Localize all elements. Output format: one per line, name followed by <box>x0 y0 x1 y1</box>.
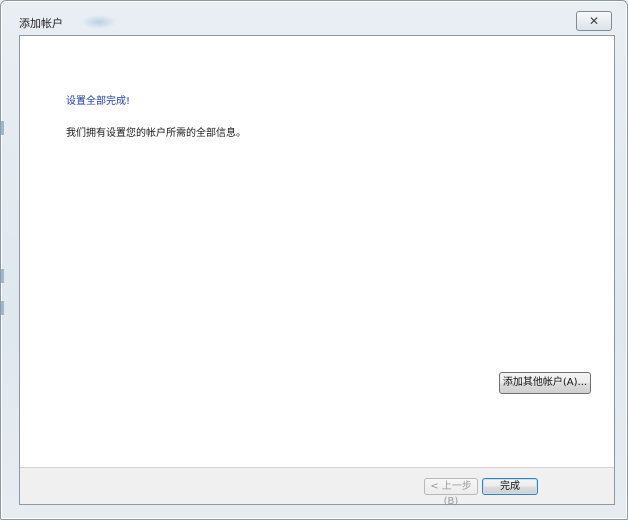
add-account-window: 添加帐户 ✕ 设置全部完成! 我们拥有设置您的帐户所需的全部信息。 添加其他帐户… <box>0 0 628 520</box>
page-heading: 设置全部完成! <box>66 96 131 107</box>
close-button[interactable]: ✕ <box>576 11 612 31</box>
wizard-content: 设置全部完成! 我们拥有设置您的帐户所需的全部信息。 添加其他帐户(A)... … <box>19 35 615 507</box>
window-title: 添加帐户 <box>19 17 63 30</box>
title-glow <box>81 15 117 29</box>
wizard-footer: < 上一步(B) 完成 <box>20 467 614 507</box>
frame-edge-mark <box>1 269 4 283</box>
back-button[interactable]: < 上一步(B) <box>424 478 478 507</box>
add-other-account-button[interactable]: 添加其他帐户(A)... <box>499 372 591 394</box>
title-bar[interactable]: 添加帐户 ✕ <box>1 1 627 35</box>
close-icon: ✕ <box>588 14 600 28</box>
info-text: 我们拥有设置您的帐户所需的全部信息。 <box>66 128 246 139</box>
finish-button[interactable]: 完成 <box>482 478 538 495</box>
frame-edge-mark <box>1 121 4 135</box>
frame-edge-mark <box>1 301 4 315</box>
